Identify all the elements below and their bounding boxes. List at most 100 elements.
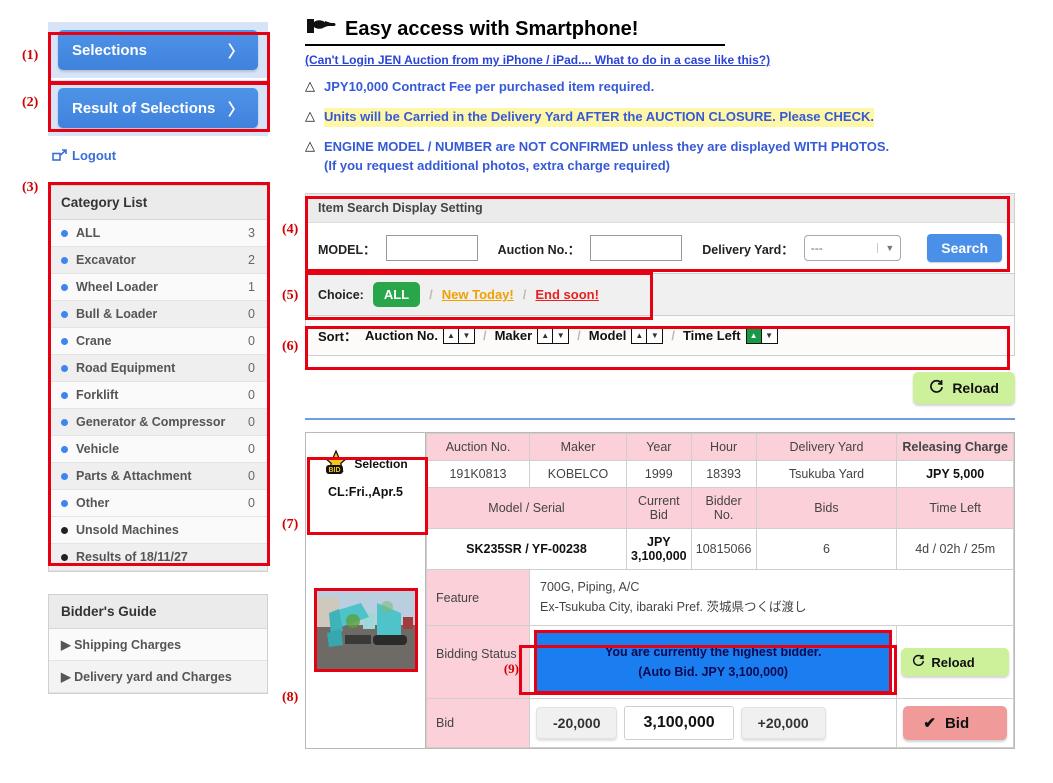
status-line-1: You are currently the highest bidder. bbox=[604, 645, 822, 660]
sort-arrows: ▲ ▼ bbox=[745, 327, 778, 345]
column-header: Releasing Charge bbox=[896, 433, 1014, 462]
bid-submit-button[interactable]: ✔ Bid bbox=[903, 706, 1007, 741]
item-search-body: MODEL： Auction No.： Delivery Yard： --- ▼… bbox=[306, 223, 1014, 274]
reload-icon bbox=[929, 379, 944, 397]
selections-button[interactable]: Selections 〉 bbox=[58, 30, 258, 70]
sort-desc-button[interactable]: ▼ bbox=[647, 328, 663, 344]
cell: 191K0813 bbox=[426, 460, 530, 489]
category-label: Bull & Loader bbox=[76, 307, 158, 321]
warning-triangle-icon: △ bbox=[305, 78, 315, 93]
category-item-bull-loader[interactable]: Bull & Loader 0 bbox=[49, 301, 267, 328]
feature-value: 700G, Piping, A/C Ex-Tsukuba City, ibara… bbox=[529, 569, 1014, 627]
cell: JPY 3,100,000 bbox=[626, 528, 692, 571]
column-header: Year bbox=[626, 433, 692, 462]
notice-item: △ JPY10,000 Contract Fee per purchased it… bbox=[305, 78, 1015, 97]
status-reload-button[interactable]: Reload bbox=[901, 648, 1009, 677]
category-item-vehicle[interactable]: Vehicle 0 bbox=[49, 436, 267, 463]
divider bbox=[305, 418, 1015, 421]
sort-desc-button[interactable]: ▼ bbox=[553, 328, 569, 344]
choice-end-soon-link[interactable]: End soon! bbox=[535, 287, 599, 302]
sort-items: Auction No. ▲ ▼ / Maker ▲ ▼ / Model ▲ ▼ / Time Left ▲… bbox=[365, 327, 778, 345]
sort-arrows: ▲ ▼ bbox=[442, 327, 475, 345]
auction-no-input[interactable] bbox=[590, 235, 683, 262]
annotation-2: (2) bbox=[22, 95, 39, 110]
category-label: ALL bbox=[76, 226, 101, 240]
thumbnail-cell[interactable] bbox=[306, 511, 425, 748]
delivery-yard-value: --- bbox=[810, 241, 823, 256]
sort-asc-button[interactable]: ▲ bbox=[443, 328, 459, 344]
selection-cell[interactable]: BID Selection CL:Fri.,Apr.5 bbox=[306, 433, 425, 511]
choice-all-button[interactable]: ALL bbox=[372, 282, 421, 308]
feature-line-2: Ex-Tsukuba City, ibaraki Pref. 茨城県つくば渡し bbox=[540, 599, 807, 614]
sidebar-link-label: Unsold Machines bbox=[76, 523, 179, 537]
result-of-selections-button[interactable]: Result of Selections 〉 bbox=[58, 88, 258, 128]
annotation-5: (5) bbox=[282, 288, 299, 303]
category-item-excavator[interactable]: Excavator 2 bbox=[49, 247, 267, 274]
smartphone-title-text: Easy access with Smartphone! bbox=[345, 17, 639, 40]
notice-text: JPY10,000 Contract Fee per purchased ite… bbox=[324, 79, 655, 94]
bullet-icon bbox=[61, 337, 68, 345]
sort-asc-button[interactable]: ▲ bbox=[746, 328, 762, 344]
bullet-icon bbox=[61, 526, 68, 534]
notice-text: ENGINE MODEL / NUMBER are NOT CONFIRMED … bbox=[324, 138, 890, 154]
bidders-guide-title: Bidder's Guide bbox=[49, 595, 267, 629]
category-label: Vehicle bbox=[76, 442, 120, 456]
category-item-generator-compressor[interactable]: Generator & Compressor 0 bbox=[49, 409, 267, 436]
category-item-parts-attachment[interactable]: Parts & Attachment 0 bbox=[49, 463, 267, 490]
bidders-guide-list: ▶ Shipping Charges ▶ Delivery yard and Ch… bbox=[49, 629, 267, 693]
selection-badge-row: BID Selection bbox=[323, 449, 408, 479]
check-icon: ✔ bbox=[923, 715, 936, 733]
bullet-icon bbox=[61, 229, 68, 237]
category-label: Wheel Loader bbox=[76, 280, 158, 294]
category-label: Excavator bbox=[76, 253, 136, 267]
closing-date: CL:Fri.,Apr.5 bbox=[327, 484, 403, 499]
extra-links-list: Unsold Machines Results of 18/11/27 bbox=[49, 517, 267, 571]
category-count: 0 bbox=[248, 361, 255, 375]
separator: / bbox=[482, 328, 487, 344]
smartphone-help-link[interactable]: (Can't Login JEN Auction from my iPhone … bbox=[305, 53, 1015, 67]
category-count: 0 bbox=[248, 415, 255, 429]
category-item-forklift[interactable]: Forklift 0 bbox=[49, 382, 267, 409]
category-item-other[interactable]: Other 0 bbox=[49, 490, 267, 517]
svg-text:BID: BID bbox=[329, 467, 341, 474]
main-content: Easy access with Smartphone! (Can't Logi… bbox=[305, 16, 1015, 750]
guide-item-delivery-yard-and-charges[interactable]: ▶ Delivery yard and Charges bbox=[49, 661, 267, 693]
guide-item-label: Shipping Charges bbox=[74, 638, 182, 652]
sort-group-model: Model ▲ ▼ bbox=[588, 327, 664, 345]
bid-decrement-button[interactable]: -20,000 bbox=[536, 707, 618, 740]
item-search-panel: Item Search Display Setting MODEL： Aucti… bbox=[305, 193, 1015, 275]
bullet-icon bbox=[61, 418, 68, 426]
warning-triangle-icon: △ bbox=[305, 137, 315, 153]
result-of-selections-button-wrap: Result of Selections 〉 bbox=[48, 80, 268, 136]
search-button[interactable]: Search bbox=[927, 234, 1002, 263]
delivery-yard-select[interactable]: --- ▼ bbox=[803, 235, 902, 262]
logout-link[interactable]: Logout bbox=[52, 148, 268, 163]
category-item-all[interactable]: ALL 3 bbox=[49, 220, 267, 247]
category-item-wheel-loader[interactable]: Wheel Loader 1 bbox=[49, 274, 267, 301]
sort-asc-button[interactable]: ▲ bbox=[632, 328, 648, 344]
sort-desc-button[interactable]: ▼ bbox=[458, 328, 474, 344]
sidebar-link-unsold-machines[interactable]: Unsold Machines bbox=[49, 517, 267, 544]
guide-item-shipping-charges[interactable]: ▶ Shipping Charges bbox=[49, 629, 267, 661]
machine-photo[interactable] bbox=[313, 587, 418, 672]
category-count: 0 bbox=[248, 334, 255, 348]
status-line-2: (Auto Bid. JPY 3,100,000) bbox=[638, 665, 789, 680]
sidebar-link-results-of-18-11-27[interactable]: Results of 18/11/27 bbox=[49, 544, 267, 571]
reload-button[interactable]: Reload bbox=[913, 372, 1015, 405]
cell: Tsukuba Yard bbox=[755, 460, 898, 489]
category-item-crane[interactable]: Crane 0 bbox=[49, 328, 267, 355]
category-count: 0 bbox=[248, 307, 255, 321]
choice-new-today-link[interactable]: New Today! bbox=[442, 287, 514, 302]
category-list-title: Category List bbox=[49, 186, 267, 220]
category-item-road-equipment[interactable]: Road Equipment 0 bbox=[49, 355, 267, 382]
sort-group-maker: Maker ▲ ▼ bbox=[495, 327, 570, 345]
bid-amount-input[interactable]: 3,100,000 bbox=[624, 706, 734, 741]
sort-asc-button[interactable]: ▲ bbox=[538, 328, 554, 344]
sort-desc-button[interactable]: ▼ bbox=[761, 328, 777, 344]
bid-increment-button[interactable]: +20,000 bbox=[740, 707, 826, 740]
annotation-1: (1) bbox=[22, 48, 39, 63]
annotation-3: (3) bbox=[22, 180, 39, 195]
bidding-status-cell: You are currently the highest bidder. (A… bbox=[528, 625, 898, 700]
model-input[interactable] bbox=[385, 235, 478, 262]
sort-item-label: Model bbox=[588, 328, 627, 344]
